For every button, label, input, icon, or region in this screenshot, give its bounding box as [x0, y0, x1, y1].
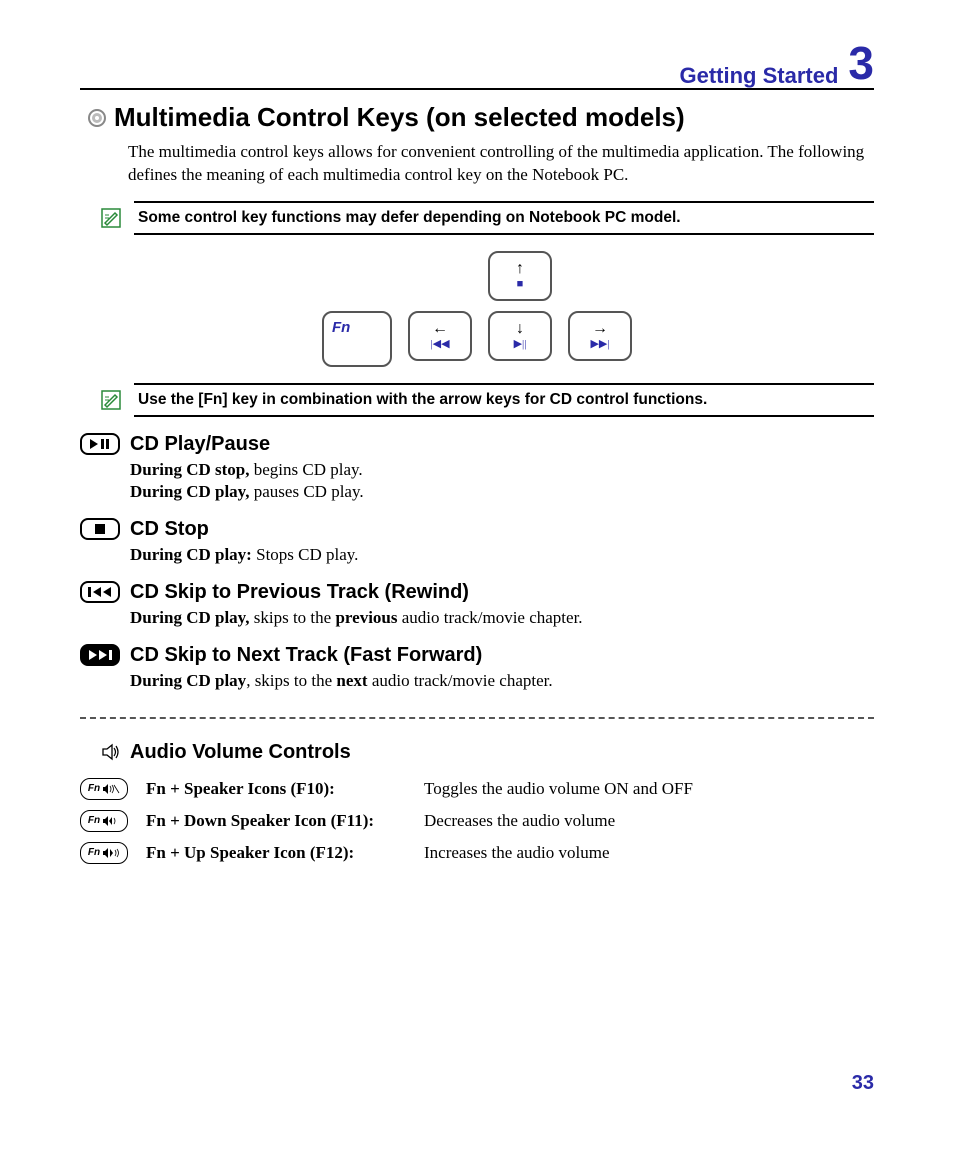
stop-heading: CD Stop	[130, 518, 209, 541]
arrow-down-icon: ↓	[516, 321, 524, 337]
speaker-icon	[100, 741, 122, 763]
note-block-1: Some control key functions may defer dep…	[98, 201, 874, 235]
next-track-icon: ▶▶|	[590, 339, 609, 350]
volume-label: Fn + Up Speaker Icon (F12):	[146, 843, 406, 863]
fn-f12-key-icon: Fn	[80, 842, 128, 864]
fn-key-label: Fn	[332, 319, 350, 336]
section-next: CD Skip to Next Track (Fast Forward)	[80, 644, 874, 667]
main-heading: Multimedia Control Keys (on selected mod…	[114, 102, 685, 133]
next-button-icon	[80, 644, 120, 666]
volume-desc: Toggles the audio volume ON and OFF	[424, 779, 693, 799]
volume-table: Fn Fn + Speaker Icons (F10): Toggles the…	[80, 778, 874, 864]
play-line-2: During CD play, pauses CD play.	[130, 482, 874, 502]
down-arrow-key: ↓ ▶||	[488, 311, 552, 361]
volume-row-down: Fn Fn + Down Speaker Icon (F11): Decreas…	[80, 810, 874, 832]
section-prev: CD Skip to Previous Track (Rewind)	[80, 581, 874, 604]
stop-line-1: During CD play: Stops CD play.	[130, 545, 874, 565]
up-arrow-key: ↑ ■	[488, 251, 552, 301]
header-chapter-number: 3	[848, 40, 874, 86]
volume-desc: Decreases the audio volume	[424, 811, 615, 831]
keycap-diagram: Fn ← |◀◀ ↑ ■ ↓ ▶|| → ▶▶|	[80, 251, 874, 367]
note-text-1: Some control key functions may defer dep…	[134, 201, 874, 235]
volume-label: Fn + Speaker Icons (F10):	[146, 779, 406, 799]
dashed-separator	[80, 717, 874, 719]
arrow-left-icon: ←	[432, 321, 448, 337]
stop-icon: ■	[517, 279, 524, 290]
note-text-2: Use the [Fn] key in combination with the…	[134, 383, 874, 417]
left-arrow-key: ← |◀◀	[408, 311, 472, 361]
play-line-1: During CD stop, begins CD play.	[130, 460, 874, 480]
stop-button-icon	[80, 518, 120, 540]
section-play-pause: CD Play/Pause	[80, 433, 874, 456]
volume-label: Fn + Down Speaker Icon (F11):	[146, 811, 406, 831]
play-pause-heading: CD Play/Pause	[130, 433, 270, 456]
play-pause-icon: ▶||	[514, 339, 527, 350]
section-stop: CD Stop	[80, 518, 874, 541]
note-block-2: Use the [Fn] key in combination with the…	[98, 383, 874, 417]
note-pencil-icon	[98, 205, 124, 231]
prev-button-icon	[80, 581, 120, 603]
prev-heading: CD Skip to Previous Track (Rewind)	[130, 581, 469, 604]
next-line-1: During CD play, skips to the next audio …	[130, 671, 874, 691]
arrow-up-icon: ↑	[516, 261, 524, 277]
fn-f10-key-icon: Fn	[80, 778, 128, 800]
note-pencil-icon	[98, 387, 124, 413]
right-arrow-key: → ▶▶|	[568, 311, 632, 361]
intro-paragraph: The multimedia control keys allows for c…	[128, 141, 874, 187]
page-number: 33	[852, 1072, 874, 1095]
play-pause-button-icon	[80, 433, 120, 455]
page-header: Getting Started 3	[80, 40, 874, 90]
audio-heading: Audio Volume Controls	[130, 741, 351, 764]
next-heading: CD Skip to Next Track (Fast Forward)	[130, 644, 482, 667]
arrow-right-icon: →	[592, 321, 608, 337]
main-heading-row: Multimedia Control Keys (on selected mod…	[88, 102, 874, 133]
header-section-title: Getting Started	[680, 63, 839, 89]
fn-key: Fn	[322, 311, 392, 367]
audio-heading-row: Audio Volume Controls	[100, 741, 874, 764]
volume-row-toggle: Fn Fn + Speaker Icons (F10): Toggles the…	[80, 778, 874, 800]
fn-f11-key-icon: Fn	[80, 810, 128, 832]
volume-row-up: Fn Fn + Up Speaker Icon (F12): Increases…	[80, 842, 874, 864]
volume-desc: Increases the audio volume	[424, 843, 610, 863]
prev-line-1: During CD play, skips to the previous au…	[130, 608, 874, 628]
circle-bullet-icon	[88, 109, 106, 127]
prev-track-icon: |◀◀	[430, 339, 449, 350]
